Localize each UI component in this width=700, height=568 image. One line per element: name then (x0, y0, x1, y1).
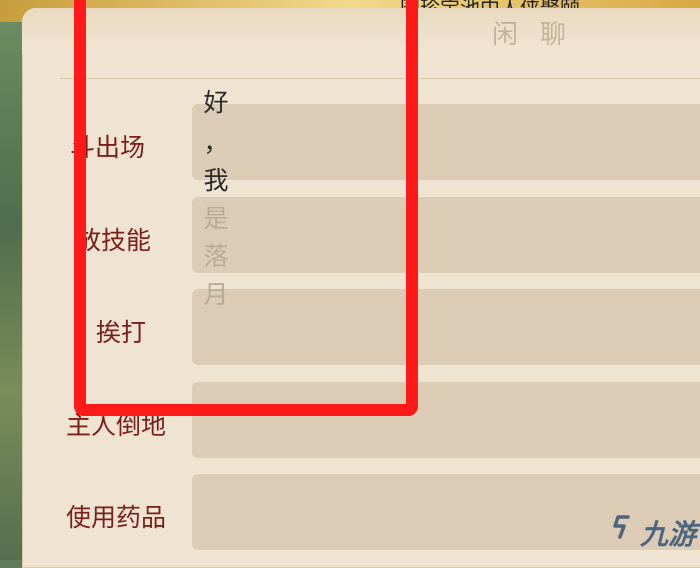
watermark-text: 九游 (640, 518, 697, 551)
row-label-use-item: 使用药品 (66, 503, 167, 532)
panel-title: 闲聊 (492, 20, 589, 50)
red-highlight-annotation (74, 0, 418, 416)
jiuyou-logo-icon (613, 515, 630, 539)
game-background-left (0, 0, 22, 560)
